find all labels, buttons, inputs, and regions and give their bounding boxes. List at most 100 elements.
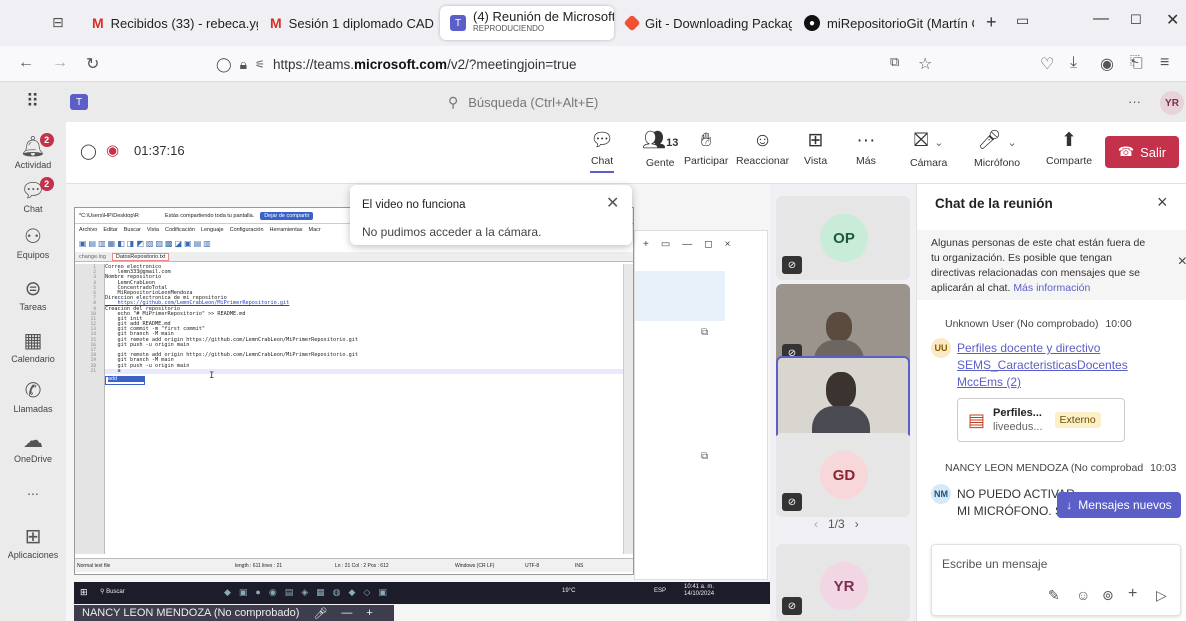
new-tab-icon[interactable]: + bbox=[986, 12, 997, 33]
participant-avatar: GD bbox=[820, 451, 868, 499]
shield-icon[interactable]: ◯ bbox=[80, 142, 97, 160]
plus-icon[interactable]: + bbox=[366, 607, 372, 619]
tab-gmail-session[interactable]: M Sesión 1 diplomado CAD - × bbox=[260, 6, 436, 40]
url-bar[interactable]: ◯ 🔒︎ ⚟ https://teams.microsoft.com/v2/?m… bbox=[212, 50, 936, 78]
chat-button[interactable]: 💬︎ Chat bbox=[590, 130, 615, 173]
bookmark-star-icon[interactable]: ☆ bbox=[918, 54, 932, 74]
minus-icon[interactable]: — bbox=[341, 607, 352, 619]
search-box[interactable]: ⚲ Búsqueda (Ctrl+Alt+E) bbox=[430, 89, 756, 115]
maximize-icon[interactable]: ☐ bbox=[1130, 12, 1142, 28]
rail-item-more[interactable]: ... bbox=[0, 482, 66, 498]
code-editor[interactable]: 1 2 3 4 5 6 7 8 9 10 11 12 13 14 15 16 17 18 19 20 21 Correo… bbox=[75, 264, 633, 554]
close-icon[interactable]: × bbox=[1178, 254, 1186, 270]
rail-item-calendar[interactable]: ▦ Calendario bbox=[0, 330, 66, 364]
pocket-icon[interactable]: ♡ bbox=[1040, 54, 1054, 74]
emoji-icon[interactable]: ☺ bbox=[1076, 587, 1090, 603]
share-button[interactable]: ⬆ Comparte bbox=[1046, 130, 1092, 167]
autocomplete-item[interactable]: add bbox=[108, 376, 144, 383]
more-button[interactable]: ··· Más bbox=[856, 130, 876, 167]
people-button[interactable]: 👥︎13 Gente bbox=[642, 130, 678, 169]
shield-icon: ◯ bbox=[216, 55, 232, 72]
more-info-link[interactable]: Más información bbox=[1013, 282, 1090, 294]
message-header: NANCY LEON MENDOZA (No comprobad 10:03 bbox=[945, 462, 1176, 474]
send-icon[interactable]: ▷ bbox=[1156, 587, 1167, 604]
avatar[interactable]: YR bbox=[1160, 91, 1184, 115]
leave-label: Salir bbox=[1140, 144, 1167, 160]
account-icon[interactable]: ◉ bbox=[1100, 54, 1114, 74]
menu-item[interactable]: Editar bbox=[103, 227, 117, 233]
leave-button[interactable]: ☎ Salir bbox=[1105, 136, 1179, 168]
meeting-timer: 01:37:16 bbox=[134, 143, 185, 158]
more-options-icon[interactable]: ··· bbox=[1128, 94, 1141, 109]
new-messages-button[interactable]: ↓ Mensajes nuevos bbox=[1057, 492, 1181, 518]
video-tile-yr[interactable]: YR ⊘ bbox=[776, 544, 910, 621]
status-position: Ln : 21 Col : 2 Pos : 612 bbox=[335, 562, 389, 569]
back-icon[interactable]: ← bbox=[18, 54, 34, 72]
video-tile-op[interactable]: OP ⊘ bbox=[776, 196, 910, 280]
rail-item-onedrive[interactable]: ☁ OneDrive bbox=[0, 430, 66, 464]
mic-button[interactable]: 🎤︎ ⌄ Micrófono bbox=[974, 130, 1020, 169]
close-icon[interactable]: ✕ bbox=[606, 193, 619, 213]
view-button[interactable]: ⊞ Vista bbox=[804, 130, 827, 167]
permissions-icon[interactable]: ⚟ bbox=[255, 58, 265, 71]
shared-file-link[interactable]: Perfiles docente y directivo SEMS_Caract… bbox=[957, 340, 1128, 391]
close-icon[interactable]: × bbox=[1157, 192, 1168, 213]
camera-button[interactable]: ⛝ ⌄ Cámara bbox=[910, 130, 947, 169]
tab-list-icon[interactable]: ⊟ bbox=[52, 14, 64, 31]
tab-git-download[interactable]: Git - Downloading Package × bbox=[616, 6, 792, 40]
menu-item[interactable]: Lenguaje bbox=[201, 227, 224, 233]
external-badge: Externo bbox=[1054, 412, 1101, 428]
menu-item[interactable]: Codificación bbox=[165, 227, 195, 233]
rail-item-apps[interactable]: ⊞ Aplicaciones bbox=[0, 526, 66, 560]
window-close-icon[interactable]: ✕ bbox=[1166, 10, 1179, 30]
video-tile-gd[interactable]: GD ⊘ bbox=[776, 433, 910, 517]
share-icon[interactable]: ⎗ bbox=[1130, 54, 1143, 72]
autocomplete-popup[interactable]: add bbox=[105, 376, 145, 385]
forward-icon[interactable]: → bbox=[52, 54, 68, 72]
tab-teams-meeting[interactable]: T (4) Reunión de Microsoft Te REPRODUCIE… bbox=[440, 6, 614, 40]
camera-error-toast: El video no funciona No pudimos acceder … bbox=[350, 185, 632, 245]
external-notice: Algunas personas de este chat están fuer… bbox=[917, 230, 1186, 300]
menu-icon[interactable]: ≡ bbox=[1160, 54, 1169, 72]
menu-item[interactable]: Vista bbox=[147, 227, 159, 233]
loop-icon[interactable]: ⊚ bbox=[1102, 587, 1114, 604]
react-button[interactable]: ☺ Reaccionar bbox=[736, 130, 789, 167]
app-launcher-icon[interactable]: ⠿ bbox=[26, 91, 39, 112]
file-tab[interactable]: change.log bbox=[79, 254, 106, 260]
menu-item[interactable]: Herramientas bbox=[270, 227, 303, 233]
raise-hand-button[interactable]: ✋︎ Participar bbox=[684, 130, 728, 167]
menu-item[interactable]: Archivo bbox=[79, 227, 97, 233]
minimize-icon[interactable]: — bbox=[1093, 10, 1109, 28]
npp-scrollbar[interactable] bbox=[623, 264, 633, 554]
tab-overview-icon[interactable]: ▭ bbox=[1016, 12, 1029, 29]
format-icon[interactable]: ✎ bbox=[1048, 587, 1060, 604]
file-tab-active[interactable]: DatosRepositorio.txt bbox=[111, 252, 170, 261]
chevron-down-icon[interactable]: ⌄ bbox=[1008, 137, 1017, 149]
chevron-right-icon[interactable]: › bbox=[855, 517, 859, 531]
mic-off-icon: ⊘ bbox=[782, 597, 802, 615]
tab-github-repo[interactable]: ● miRepositorioGit (Martín C × bbox=[794, 6, 974, 40]
reader-view-icon[interactable]: ⧉ bbox=[890, 54, 899, 70]
rail-item-chat[interactable]: 💬︎ 2 Chat bbox=[0, 177, 66, 214]
rail-item-tasks[interactable]: ⊜ Tareas bbox=[0, 278, 66, 312]
rail-item-teams[interactable]: ⚇ Equipos bbox=[0, 226, 66, 260]
rail-item-activity[interactable]: 🔔︎ 2 Actividad bbox=[0, 133, 66, 170]
tab-gmail-inbox[interactable]: M Recibidos (33) - rebeca.ygra × bbox=[82, 6, 258, 40]
stop-sharing-button[interactable]: Dejar de compartir bbox=[260, 211, 314, 220]
camera-off-icon: ⛝ ⌄ bbox=[913, 130, 944, 151]
attach-plus-icon[interactable]: + bbox=[1128, 585, 1137, 603]
search-placeholder: Búsqueda (Ctrl+Alt+E) bbox=[468, 94, 599, 110]
add-apps-icon: ⊞ bbox=[24, 526, 42, 548]
menu-item[interactable]: Macr bbox=[309, 227, 321, 233]
reload-icon[interactable]: ↻ bbox=[86, 54, 99, 74]
menu-item[interactable]: Configuración bbox=[230, 227, 264, 233]
chevron-down-icon[interactable]: ⌄ bbox=[934, 137, 943, 149]
rail-item-calls[interactable]: ✆ Llamadas bbox=[0, 380, 66, 414]
shared-windows-taskbar: ⊞ ⚲ Buscar ◆▣●◉▤◈▦◍◆◇▣ 19°C ESP 10:41 a.… bbox=[74, 582, 770, 604]
downloads-icon[interactable]: ⤓ bbox=[1070, 54, 1077, 72]
file-attachment-card[interactable]: ▤ Perfiles... liveedus... Externo bbox=[957, 398, 1125, 442]
video-tile-speaker[interactable] bbox=[776, 356, 910, 440]
chevron-left-icon[interactable]: ‹ bbox=[814, 517, 818, 531]
message-compose-box[interactable]: Escribe un mensaje ✎ ☺ ⊚ + ▷ bbox=[931, 544, 1181, 616]
menu-item[interactable]: Buscar bbox=[124, 227, 141, 233]
